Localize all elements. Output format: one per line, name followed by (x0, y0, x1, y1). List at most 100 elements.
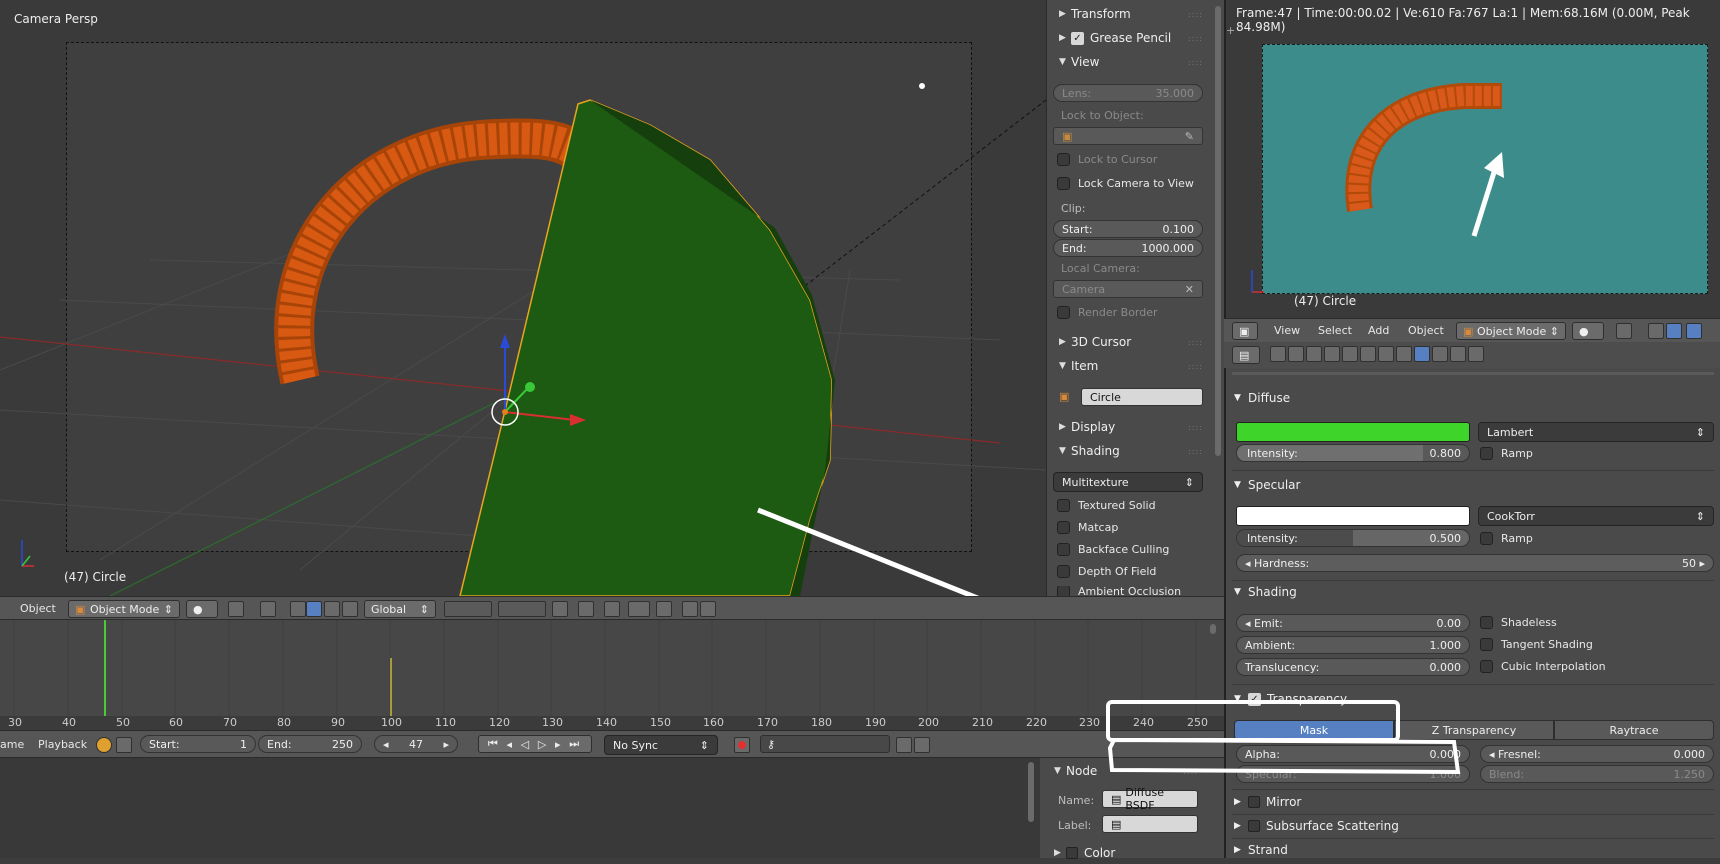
panel-item[interactable]: ▼ Item:::: (1049, 355, 1207, 377)
backface-culling-checkbox[interactable]: Backface Culling (1057, 543, 1169, 556)
hardness-field[interactable]: ◂ Hardness: 50 ▸ (1236, 554, 1714, 572)
emit-field[interactable]: ◂ Emit: 0.00 (1236, 614, 1470, 632)
panel-color[interactable]: ▶ Color (1044, 842, 1202, 864)
panel-shading[interactable]: ▼ Shading:::: (1049, 440, 1207, 462)
render-opengl-icon[interactable] (656, 601, 672, 617)
timeline-scroll[interactable] (1210, 624, 1216, 634)
shading-mode-dropdown[interactable]: Multitexture ⇕ (1053, 472, 1203, 492)
strand-header[interactable]: ▶ Strand (1234, 840, 1288, 860)
manipulator-icon[interactable] (290, 601, 306, 617)
panel-transform[interactable]: ▶ Transform:::: (1049, 3, 1207, 25)
scale-icon[interactable] (342, 601, 358, 617)
fresnel-field[interactable]: ◂ Fresnel: 0.000 (1480, 745, 1714, 763)
mirror-header[interactable]: ▶ Mirror (1234, 792, 1301, 812)
depth-of-field-checkbox[interactable]: Depth Of Field (1057, 565, 1156, 578)
node-editor[interactable] (0, 758, 1040, 858)
start-frame-field[interactable]: Start: 1 (140, 735, 256, 753)
panel-grease-pencil[interactable]: ▶ ✓ Grease Pencil:::: (1049, 27, 1207, 49)
npanel-scrollbar[interactable] (1215, 6, 1221, 456)
layers-toggle-icon[interactable] (260, 601, 276, 617)
timeline-area[interactable] (0, 620, 1224, 716)
translate-icon[interactable] (1666, 323, 1682, 339)
snap-icon[interactable] (604, 601, 620, 617)
view-menu[interactable]: View (1274, 324, 1300, 337)
specular-color-swatch[interactable] (1236, 506, 1470, 526)
object-menu[interactable]: Object (20, 602, 56, 615)
lock-icon[interactable] (116, 737, 132, 753)
node-name-field[interactable]: ▤ Diffuse BSDF (1102, 786, 1198, 812)
record-icon[interactable] (734, 737, 750, 753)
mode-dropdown[interactable]: ▣ Object Mode ⇕ (68, 600, 180, 618)
object-menu-render[interactable]: Object (1408, 324, 1444, 337)
diffuse-color-swatch[interactable] (1236, 422, 1470, 442)
clapper-icon[interactable] (700, 601, 716, 617)
3d-viewport[interactable]: Camera Persp (47) Circle (0, 0, 1046, 596)
item-name-field[interactable]: Circle (1081, 388, 1203, 406)
keying-set-field[interactable]: ⚷ (760, 735, 890, 753)
orientation-dropdown[interactable]: Global ⇕ (364, 600, 436, 618)
shading-header[interactable]: ▼ Shading (1234, 582, 1297, 602)
layer-buttons-1[interactable] (444, 601, 492, 617)
sync-dropdown[interactable]: No Sync ⇕ (604, 735, 718, 755)
editor-type-dropdown[interactable]: ▣ (1232, 322, 1258, 340)
scene-tab-icon[interactable] (1306, 346, 1322, 362)
diffuse-ramp-checkbox[interactable]: Ramp (1480, 447, 1533, 460)
data-tab-icon[interactable] (1396, 346, 1412, 362)
properties-editor-dropdown[interactable]: ▤ (1232, 346, 1260, 364)
clip-start-field[interactable]: Start: 0.100 (1053, 220, 1203, 238)
translate-icon[interactable] (306, 601, 322, 617)
diffuse-shader-dropdown[interactable]: Lambert ⇕ (1478, 422, 1714, 442)
blend-field[interactable]: Blend: 1.250 (1480, 765, 1714, 783)
select-menu[interactable]: Select (1318, 324, 1352, 337)
auto-keyframe-icon[interactable] (96, 737, 112, 753)
ambient-occlusion-checkbox[interactable]: Ambient Occlusion (1057, 586, 1181, 596)
pivot-icon[interactable] (228, 601, 244, 617)
specular-intensity-slider[interactable]: Intensity: 0.500 (1236, 529, 1470, 547)
specular-shader-dropdown[interactable]: CookTorr ⇕ (1478, 506, 1714, 526)
pivot-icon[interactable] (1616, 323, 1632, 339)
particles-tab-icon[interactable] (1450, 346, 1466, 362)
physics-tab-icon[interactable] (1468, 346, 1484, 362)
render-mode-dropdown[interactable]: ▣ Object Mode ⇕ (1456, 322, 1566, 340)
viewport-shading-dropdown[interactable]: ● (186, 600, 218, 618)
modifiers-tab-icon[interactable] (1378, 346, 1394, 362)
frame-menu[interactable]: ame (0, 738, 24, 751)
lock-layers-icon[interactable] (552, 601, 568, 617)
manipulator-icon[interactable] (1648, 323, 1664, 339)
diffuse-header[interactable]: ▼ Diffuse (1234, 388, 1290, 408)
playback-controls[interactable]: ⏮ ◂ ◁ ▷ ▸ ⏭ (478, 735, 592, 753)
lock-object-field[interactable]: ▣ ✎ (1053, 127, 1203, 145)
tangent-shading-checkbox[interactable]: Tangent Shading (1480, 638, 1593, 651)
node-label-field[interactable]: ▤ (1102, 815, 1198, 833)
transparency-raytrace-button[interactable]: Raytrace (1554, 720, 1714, 740)
matcap-checkbox[interactable]: Matcap (1057, 521, 1118, 534)
render-layers-tab-icon[interactable] (1288, 346, 1304, 362)
current-frame-field[interactable]: ◂ 47 ▸ (374, 735, 458, 753)
local-camera-field[interactable]: Camera ✕ (1053, 280, 1203, 298)
shadeless-checkbox[interactable]: Shadeless (1480, 616, 1557, 629)
panel-3d-cursor[interactable]: ▶ 3D Cursor:::: (1049, 331, 1207, 353)
material-tab-icon[interactable] (1414, 346, 1430, 362)
render-shading-dropdown[interactable]: ● (1572, 322, 1604, 340)
texture-tab-icon[interactable] (1432, 346, 1448, 362)
diffuse-intensity-slider[interactable]: Intensity: 0.800 (1236, 444, 1470, 462)
render-border-checkbox[interactable]: Render Border (1057, 306, 1158, 319)
world-tab-icon[interactable] (1324, 346, 1340, 362)
constraints-tab-icon[interactable] (1360, 346, 1376, 362)
end-frame-field[interactable]: End: 250 (258, 735, 362, 753)
snap-element-icon[interactable] (628, 601, 650, 617)
ambient-field[interactable]: Ambient: 1.000 (1236, 636, 1470, 654)
object-tab-icon[interactable] (1342, 346, 1358, 362)
proportional-edit-icon[interactable] (578, 601, 594, 617)
insert-keyframe-icon[interactable] (896, 737, 912, 753)
playback-menu[interactable]: Playback (38, 738, 87, 751)
specular-header[interactable]: ▼ Specular (1234, 475, 1300, 495)
rotate-icon[interactable] (1686, 323, 1702, 339)
specular-ramp-checkbox[interactable]: Ramp (1480, 532, 1533, 545)
node-scrollbar[interactable] (1028, 762, 1034, 822)
panel-display[interactable]: ▶ Display:::: (1049, 416, 1207, 438)
render-tab-icon[interactable] (1270, 346, 1286, 362)
lens-field[interactable]: Lens: 35.000 (1053, 84, 1203, 102)
add-menu[interactable]: Add (1368, 324, 1389, 337)
panel-view[interactable]: ▼ View:::: (1049, 51, 1207, 73)
